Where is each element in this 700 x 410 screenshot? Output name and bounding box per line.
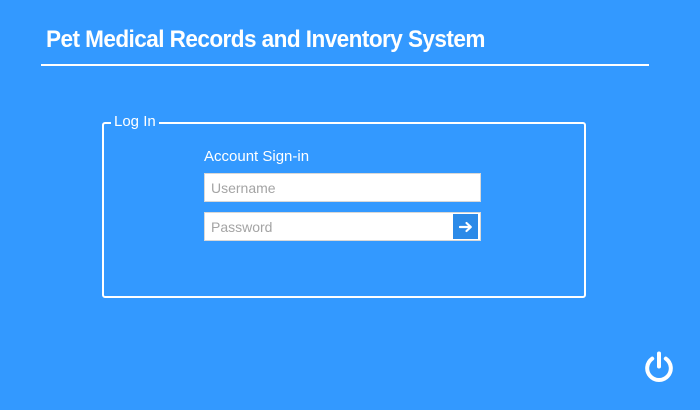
power-icon <box>645 351 673 382</box>
title-divider <box>41 64 649 66</box>
arrow-right-icon <box>458 221 472 232</box>
power-button[interactable] <box>642 350 676 384</box>
login-panel: Log In <box>102 113 586 298</box>
password-input[interactable] <box>204 212 481 241</box>
app-title: Pet Medical Records and Inventory System <box>46 26 485 53</box>
sign-in-submit-button[interactable] <box>453 214 478 239</box>
login-legend: Log In <box>111 113 159 131</box>
username-input[interactable] <box>204 173 481 202</box>
signin-heading: Account Sign-in <box>204 148 310 165</box>
